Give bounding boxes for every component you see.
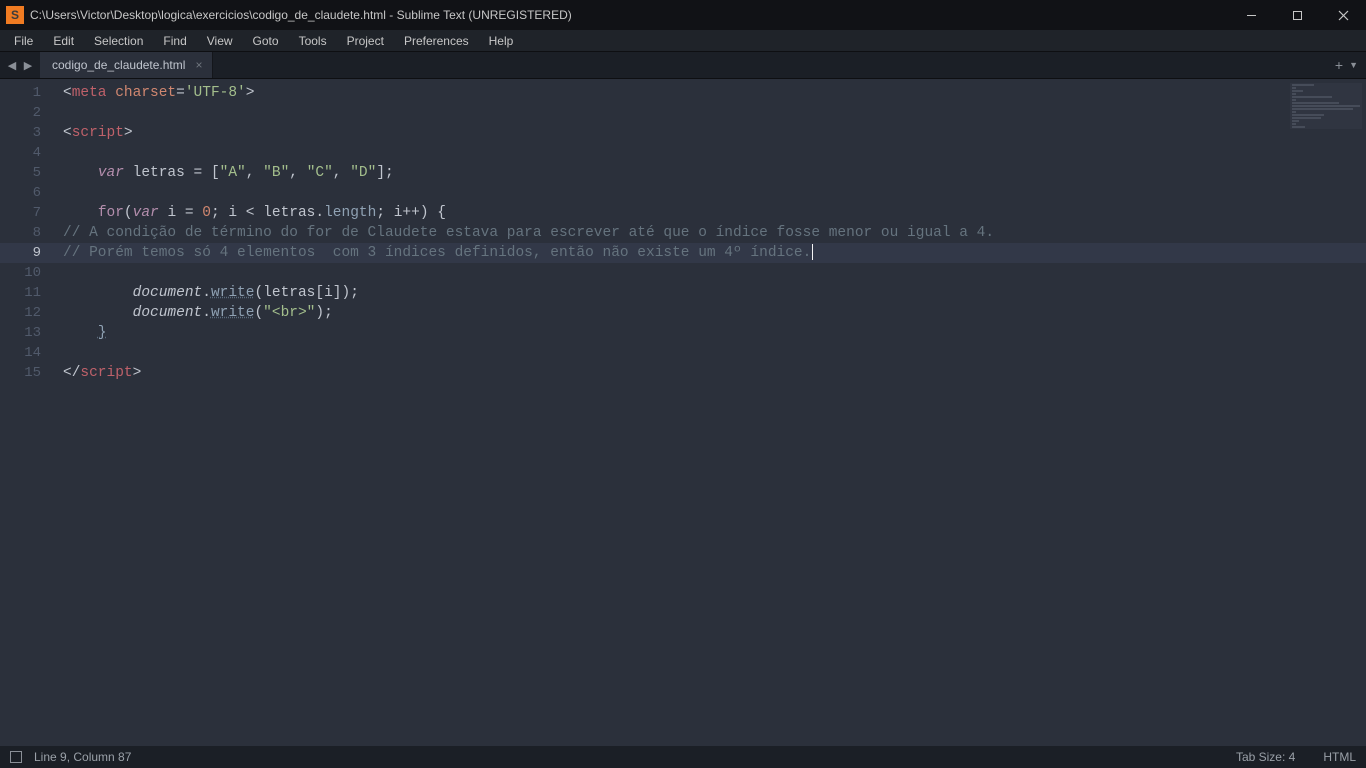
app-icon: S (6, 6, 24, 24)
code-line[interactable]: document.write(letras[i]); (55, 283, 1366, 303)
tab-right-controls: + ▼ (1327, 52, 1366, 78)
code-line[interactable]: // A condição de término do for de Claud… (55, 223, 1366, 243)
editor: 1 2 3 4 5 6 7 8 9 10 11 12 13 14 15 <met… (0, 79, 1366, 746)
statusbar: Line 9, Column 87 Tab Size: 4 HTML (0, 746, 1366, 768)
minimap[interactable] (1290, 83, 1362, 129)
code-line[interactable] (55, 343, 1366, 363)
gutter: 1 2 3 4 5 6 7 8 9 10 11 12 13 14 15 (0, 79, 55, 746)
tab-add-icon[interactable]: + (1335, 57, 1343, 73)
line-number[interactable]: 4 (0, 143, 55, 163)
line-number[interactable]: 1 (0, 83, 55, 103)
line-number[interactable]: 13 (0, 323, 55, 343)
window-buttons (1228, 0, 1366, 30)
line-number[interactable]: 14 (0, 343, 55, 363)
code-line[interactable]: } (55, 323, 1366, 343)
menu-file[interactable]: File (4, 32, 43, 50)
line-number[interactable]: 9 (0, 243, 55, 263)
code-line[interactable] (55, 103, 1366, 123)
menu-preferences[interactable]: Preferences (394, 32, 479, 50)
text-cursor (812, 244, 813, 260)
menu-edit[interactable]: Edit (43, 32, 84, 50)
tab-active[interactable]: codigo_de_claudete.html × (40, 52, 213, 78)
line-number[interactable]: 5 (0, 163, 55, 183)
code-line[interactable]: document.write("<br>"); (55, 303, 1366, 323)
line-number[interactable]: 11 (0, 283, 55, 303)
tab-nav-next-icon[interactable]: ▶ (20, 59, 36, 72)
line-number[interactable]: 2 (0, 103, 55, 123)
tab-nav: ◀ ▶ (0, 52, 40, 78)
code-line[interactable] (55, 143, 1366, 163)
code-line[interactable]: <script> (55, 123, 1366, 143)
line-number[interactable]: 7 (0, 203, 55, 223)
menu-tools[interactable]: Tools (289, 32, 337, 50)
tab-label: codigo_de_claudete.html (52, 58, 185, 72)
menu-find[interactable]: Find (153, 32, 196, 50)
menu-view[interactable]: View (197, 32, 243, 50)
menubar: File Edit Selection Find View Goto Tools… (0, 30, 1366, 52)
menu-goto[interactable]: Goto (243, 32, 289, 50)
code-line[interactable] (55, 263, 1366, 283)
line-number[interactable]: 12 (0, 303, 55, 323)
tabbar: ◀ ▶ codigo_de_claudete.html × + ▼ (0, 52, 1366, 79)
code-line[interactable]: var letras = ["A", "B", "C", "D"]; (55, 163, 1366, 183)
code-line[interactable]: // Porém temos só 4 elementos com 3 índi… (55, 243, 1366, 263)
line-number[interactable]: 3 (0, 123, 55, 143)
panel-switch-icon[interactable] (10, 751, 22, 763)
code-line[interactable]: for(var i = 0; i < letras.length; i++) { (55, 203, 1366, 223)
line-number[interactable]: 6 (0, 183, 55, 203)
tab-nav-prev-icon[interactable]: ◀ (4, 59, 20, 72)
menu-project[interactable]: Project (337, 32, 394, 50)
menu-selection[interactable]: Selection (84, 32, 153, 50)
status-syntax[interactable]: HTML (1323, 750, 1356, 764)
tab-dropdown-icon[interactable]: ▼ (1349, 60, 1358, 70)
code-line[interactable]: </script> (55, 363, 1366, 383)
minimize-button[interactable] (1228, 0, 1274, 30)
menu-help[interactable]: Help (479, 32, 524, 50)
line-number[interactable]: 10 (0, 263, 55, 283)
status-position[interactable]: Line 9, Column 87 (34, 750, 131, 764)
code-area[interactable]: <meta charset='UTF-8'> <script> var letr… (55, 79, 1366, 746)
titlebar: S C:\Users\Victor\Desktop\logica\exercic… (0, 0, 1366, 30)
line-number[interactable]: 8 (0, 223, 55, 243)
code-line[interactable]: <meta charset='UTF-8'> (55, 83, 1366, 103)
tab-close-icon[interactable]: × (195, 58, 202, 72)
code-line[interactable] (55, 183, 1366, 203)
status-tabsize[interactable]: Tab Size: 4 (1236, 750, 1295, 764)
tab-spacer (213, 52, 1326, 78)
close-button[interactable] (1320, 0, 1366, 30)
window-title: C:\Users\Victor\Desktop\logica\exercicio… (30, 8, 1228, 22)
line-number[interactable]: 15 (0, 363, 55, 383)
maximize-button[interactable] (1274, 0, 1320, 30)
